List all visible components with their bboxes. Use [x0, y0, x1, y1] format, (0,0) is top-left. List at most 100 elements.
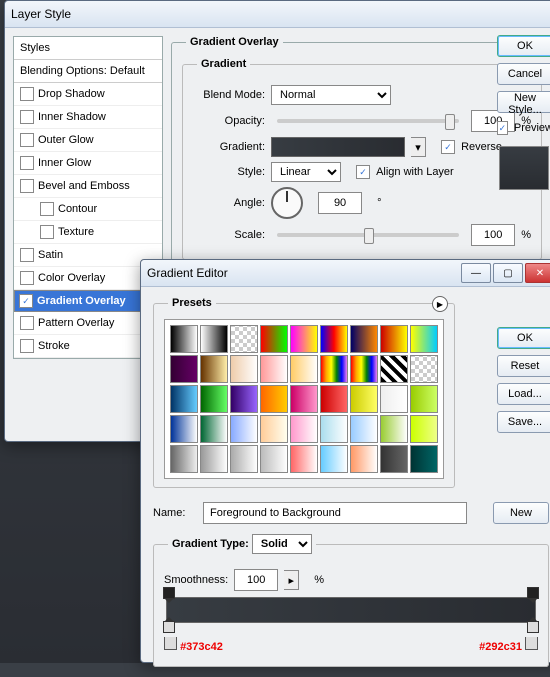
- smoothness-input[interactable]: [234, 569, 278, 591]
- color-stop-right[interactable]: [527, 621, 539, 633]
- preset-swatch[interactable]: [200, 385, 228, 413]
- close-button[interactable]: ✕: [525, 263, 550, 283]
- preset-swatch[interactable]: [380, 325, 408, 353]
- window-title: Gradient Editor: [147, 266, 459, 280]
- titlebar[interactable]: Gradient Editor —▢✕: [141, 260, 550, 287]
- minimize-button[interactable]: —: [461, 263, 491, 283]
- preset-swatch[interactable]: [260, 355, 288, 383]
- right-buttons: OK Cancel New Style... ✓Preview: [497, 35, 550, 190]
- gradient-swatch[interactable]: [271, 137, 405, 157]
- new-button[interactable]: New: [493, 502, 549, 524]
- preset-swatch[interactable]: [320, 355, 348, 383]
- preset-swatch[interactable]: [350, 355, 378, 383]
- preset-swatch[interactable]: [380, 415, 408, 443]
- preset-swatch[interactable]: [410, 445, 438, 473]
- preview-checkbox[interactable]: ✓: [497, 121, 508, 135]
- preset-swatch[interactable]: [200, 445, 228, 473]
- preset-swatch[interactable]: [350, 445, 378, 473]
- gradient-editor-window: Gradient Editor —▢✕ Presets ▶ OK Reset L…: [140, 259, 550, 663]
- preset-swatch[interactable]: [170, 415, 198, 443]
- preset-swatch[interactable]: [350, 385, 378, 413]
- preset-swatch[interactable]: [260, 385, 288, 413]
- hex-right: #292c31: [479, 641, 522, 653]
- ok-button[interactable]: OK: [497, 35, 550, 57]
- preset-swatch[interactable]: [320, 445, 348, 473]
- smooth-dropdown[interactable]: ▸: [284, 570, 299, 590]
- save-button[interactable]: Save...: [497, 411, 550, 433]
- angle-input[interactable]: [318, 192, 362, 214]
- blend-mode-select[interactable]: Normal: [271, 85, 391, 105]
- preset-swatch[interactable]: [410, 325, 438, 353]
- preset-swatch[interactable]: [230, 325, 258, 353]
- bucket-icon: [525, 637, 538, 650]
- gradient-group: Gradient Blend Mode:Normal Opacity:% Gra…: [182, 58, 542, 260]
- bucket-icon: [164, 637, 177, 650]
- style-outer-glow[interactable]: Outer Glow: [14, 129, 162, 152]
- preset-swatch[interactable]: [410, 415, 438, 443]
- style-bevel-emboss[interactable]: Bevel and Emboss: [14, 175, 162, 198]
- scale-input[interactable]: [471, 224, 515, 246]
- preset-swatch[interactable]: [290, 355, 318, 383]
- checkbox[interactable]: [20, 87, 34, 101]
- preset-swatch[interactable]: [200, 355, 228, 383]
- gradient-dropdown[interactable]: ▾: [411, 137, 426, 157]
- style-drop-shadow[interactable]: Drop Shadow: [14, 83, 162, 106]
- preset-swatch[interactable]: [290, 415, 318, 443]
- load-button[interactable]: Load...: [497, 383, 550, 405]
- preset-swatch[interactable]: [170, 385, 198, 413]
- preset-swatch[interactable]: [320, 385, 348, 413]
- preset-swatch[interactable]: [170, 445, 198, 473]
- scale-slider[interactable]: [277, 233, 459, 237]
- angle-dial[interactable]: [271, 187, 303, 219]
- style-inner-glow[interactable]: Inner Glow: [14, 152, 162, 175]
- preset-swatch[interactable]: [230, 415, 258, 443]
- hex-left: #373c42: [180, 641, 223, 653]
- style-inner-shadow[interactable]: Inner Shadow: [14, 106, 162, 129]
- preset-swatch[interactable]: [380, 385, 408, 413]
- preset-swatch[interactable]: [290, 325, 318, 353]
- styles-header[interactable]: Styles: [14, 37, 162, 60]
- style-select[interactable]: Linear: [271, 162, 341, 182]
- preset-swatch[interactable]: [320, 415, 348, 443]
- preset-swatch[interactable]: [320, 325, 348, 353]
- presets-menu-icon[interactable]: ▶: [432, 296, 448, 312]
- new-style-button[interactable]: New Style...: [497, 91, 550, 113]
- preset-swatch[interactable]: [170, 355, 198, 383]
- preset-swatch[interactable]: [380, 445, 408, 473]
- gradient-type-select[interactable]: Solid: [252, 534, 312, 554]
- reverse-checkbox[interactable]: ✓: [441, 140, 455, 154]
- gradient-bar[interactable]: [166, 597, 536, 623]
- align-checkbox[interactable]: ✓: [356, 165, 370, 179]
- name-input[interactable]: [203, 502, 467, 524]
- ok-button[interactable]: OK: [497, 327, 550, 349]
- preset-swatch[interactable]: [260, 445, 288, 473]
- preset-swatch[interactable]: [200, 325, 228, 353]
- preset-swatch[interactable]: [290, 445, 318, 473]
- preset-swatch[interactable]: [200, 415, 228, 443]
- preset-swatch[interactable]: [170, 325, 198, 353]
- gradient-type-group: Gradient Type: Solid Smoothness:▸ % #373…: [153, 534, 549, 667]
- preset-swatch[interactable]: [380, 355, 408, 383]
- opacity-stop-left[interactable]: [163, 587, 175, 599]
- maximize-button[interactable]: ▢: [493, 263, 523, 283]
- preset-swatch[interactable]: [350, 325, 378, 353]
- preset-swatch[interactable]: [410, 385, 438, 413]
- preset-swatch[interactable]: [230, 385, 258, 413]
- opacity-slider[interactable]: [277, 119, 459, 123]
- preset-swatch[interactable]: [260, 325, 288, 353]
- section-title: Gradient Overlay: [186, 36, 283, 48]
- opacity-stop-right[interactable]: [527, 587, 539, 599]
- preset-swatch[interactable]: [410, 355, 438, 383]
- color-stop-left[interactable]: [163, 621, 175, 633]
- reset-button[interactable]: Reset: [497, 355, 550, 377]
- preset-swatch[interactable]: [350, 415, 378, 443]
- blending-options[interactable]: Blending Options: Default: [14, 60, 162, 83]
- style-contour[interactable]: Contour: [14, 198, 162, 221]
- titlebar[interactable]: Layer Style: [5, 1, 550, 28]
- preset-swatch[interactable]: [260, 415, 288, 443]
- preset-swatch[interactable]: [230, 355, 258, 383]
- style-texture[interactable]: Texture: [14, 221, 162, 244]
- preset-swatch[interactable]: [290, 385, 318, 413]
- preset-swatch[interactable]: [230, 445, 258, 473]
- cancel-button[interactable]: Cancel: [497, 63, 550, 85]
